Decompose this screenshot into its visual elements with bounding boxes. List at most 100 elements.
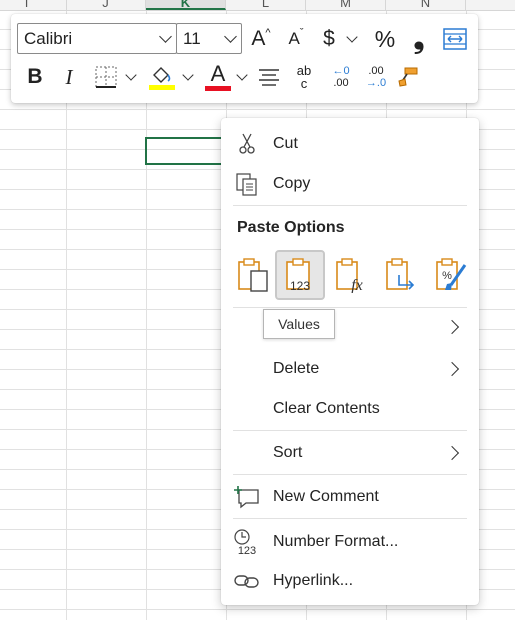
percent-style-button[interactable]: % [371, 24, 399, 54]
menu-item-label: Copy [273, 175, 311, 192]
menu-separator [233, 430, 467, 431]
paste-formulas-button[interactable]: fx [329, 252, 375, 298]
increase-decimal-icon: ←0 [332, 65, 350, 77]
comma-icon: ❟ [413, 22, 425, 54]
font-size-value: 11 [183, 28, 201, 48]
paste-values-icon-text: 123 [290, 279, 310, 293]
decrease-decimal-icon-bottom: →.0 [365, 77, 387, 89]
italic-button[interactable]: I [55, 62, 83, 92]
chevron-right-icon [444, 445, 460, 461]
number-format-icon: 123 [233, 528, 261, 556]
chevron-down-icon[interactable] [154, 29, 176, 43]
dollar-icon: $ [323, 27, 335, 50]
mini-toolbar: Calibri 11 A ^ Aˇ $ % ❟ B I A ab c ←0 .0… [11, 14, 478, 103]
fill-color-button[interactable] [147, 62, 177, 92]
wrap-text-icon-bottom: c [300, 76, 308, 91]
bold-button[interactable]: B [21, 62, 49, 92]
paste-button[interactable] [231, 252, 277, 298]
paste-formatting-icon: % [436, 258, 467, 290]
menu-item-label: New Comment [273, 488, 379, 505]
link-icon [233, 567, 261, 595]
paste-formulas-icon-text: fx [351, 277, 363, 293]
decrease-font-icon: A [288, 29, 300, 48]
menu-item-label: Number Format... [273, 533, 399, 550]
column-header-k[interactable]: K [146, 0, 226, 10]
decrease-decimal-button[interactable]: .00 →.0 [360, 62, 392, 92]
menu-item-label: Hyperlink... [273, 572, 354, 589]
copy-icon [233, 170, 261, 198]
paste-values-button[interactable]: 123 [275, 250, 325, 300]
decrease-font-size-button[interactable]: Aˇ [282, 24, 310, 54]
column-header-m[interactable]: M [306, 0, 386, 10]
column-header-n[interactable]: N [386, 0, 466, 10]
menu-item-copy[interactable]: Copy [221, 166, 479, 202]
chevron-down-icon[interactable] [233, 64, 251, 90]
menu-separator [233, 518, 467, 519]
menu-item-label: Delete [273, 360, 320, 377]
paste-icon [238, 258, 268, 292]
borders-button[interactable] [93, 64, 119, 90]
font-size-combobox[interactable]: 11 [176, 23, 242, 54]
font-color-swatch [205, 86, 231, 91]
paste-formatting-button[interactable]: % [429, 252, 475, 298]
chevron-down-icon[interactable] [219, 29, 241, 43]
font-name-combobox[interactable]: Calibri [17, 23, 177, 54]
column-header-i[interactable]: I [0, 0, 67, 10]
percent-icon: % [374, 25, 396, 52]
font-name-value: Calibri [24, 28, 73, 48]
chevron-down-icon[interactable] [343, 24, 361, 54]
paint-bucket-icon [153, 66, 171, 83]
italic-icon: I [65, 64, 73, 89]
column-header-j[interactable]: J [66, 0, 146, 10]
scissors-icon [233, 130, 261, 158]
increase-font-size-button[interactable]: A ^ [247, 24, 275, 54]
menu-separator [233, 474, 467, 475]
paste-options-title: Paste Options [237, 219, 345, 236]
menu-item-label: Clear Contents [273, 400, 380, 417]
column-header-row: I J K L M N [0, 0, 515, 11]
chevron-right-icon [444, 361, 460, 377]
menu-item-cut[interactable]: Cut [221, 126, 479, 162]
menu-item-new-comment[interactable]: New Comment [221, 479, 479, 515]
paste-transpose-icon [386, 258, 415, 290]
column-header-l[interactable]: L [226, 0, 306, 10]
increase-decimal-icon-bottom: .00 [333, 77, 349, 89]
format-painter-icon [398, 67, 418, 87]
font-color-button[interactable]: A [203, 62, 233, 92]
font-color-icon: A [210, 61, 226, 86]
merge-cells-icon [443, 28, 467, 50]
selected-cell[interactable] [145, 137, 225, 165]
currency-format-button[interactable]: $ [317, 24, 341, 54]
chevron-down-icon[interactable] [122, 64, 140, 90]
paste-transpose-button[interactable] [379, 252, 425, 298]
menu-separator [233, 307, 467, 308]
borders-icon [95, 66, 117, 88]
number-format-icon-text: 123 [238, 545, 256, 556]
increase-decimal-button[interactable]: ←0 .00 [325, 62, 357, 92]
merge-center-button[interactable] [441, 25, 469, 53]
paste-values-icon: 123 [286, 258, 310, 293]
svg-text:%: % [442, 270, 452, 282]
chevron-down-icon[interactable] [179, 64, 197, 90]
paste-values-tooltip: Values [263, 309, 335, 339]
menu-item-hyperlink[interactable]: Hyperlink... [221, 563, 479, 599]
bold-icon: B [27, 65, 43, 88]
wrap-text-button[interactable]: ab c [290, 62, 318, 92]
menu-item-delete[interactable]: Delete [221, 351, 479, 387]
format-painter-button[interactable] [395, 64, 421, 90]
align-center-button[interactable] [256, 64, 282, 90]
increase-font-icon: A [251, 27, 266, 50]
paste-formulas-icon: fx [336, 258, 363, 293]
menu-separator [233, 205, 467, 206]
align-center-icon [259, 69, 279, 86]
menu-item-insert[interactable] [221, 309, 479, 345]
menu-item-label: Sort [273, 444, 303, 461]
menu-item-number-format[interactable]: 123 Number Format... [221, 524, 479, 560]
menu-item-label: Cut [273, 135, 298, 152]
comma-style-button[interactable]: ❟ [408, 22, 430, 54]
menu-item-clear-contents[interactable]: Clear Contents [221, 391, 479, 427]
chevron-right-icon [444, 319, 460, 335]
new-comment-icon [233, 483, 261, 511]
context-menu: Cut Copy Paste Options 123 fx % Delete C… [221, 118, 479, 605]
menu-item-sort[interactable]: Sort [221, 435, 479, 471]
